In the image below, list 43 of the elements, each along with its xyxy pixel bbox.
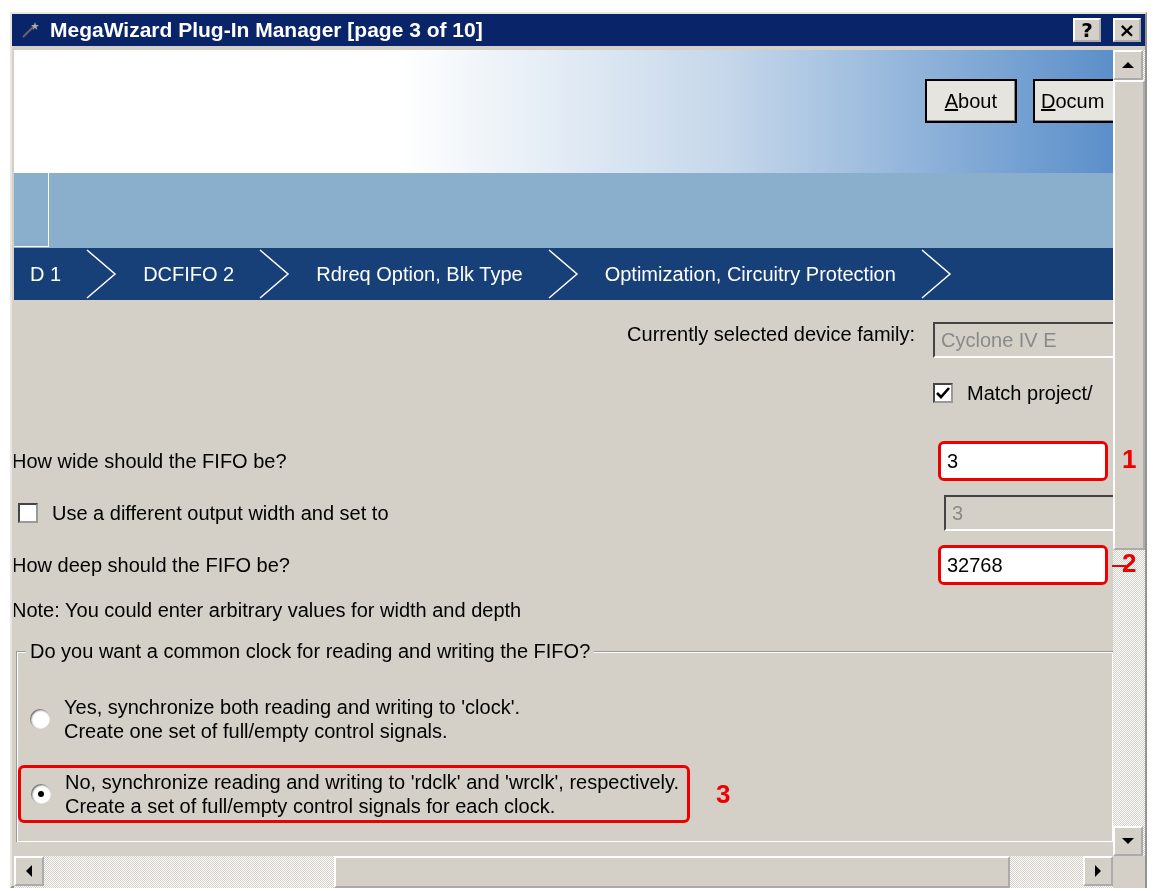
scroll-down-button[interactable] xyxy=(1113,826,1143,856)
scroll-thumb[interactable] xyxy=(1113,80,1145,550)
down-arrow-icon xyxy=(1122,837,1134,845)
checkbox-label: Use a different output width and set to xyxy=(52,501,389,525)
field-label: How deep should the FIFO be? xyxy=(14,553,291,577)
leader-line xyxy=(1112,565,1126,567)
radio-label: Yes, synchronize both reading and writing to 'clock'. Create one set of full/empty control signals. xyxy=(64,695,521,743)
up-arrow-icon xyxy=(1122,61,1134,69)
horizontal-scrollbar[interactable] xyxy=(14,856,1113,888)
radio-button[interactable] xyxy=(31,784,51,804)
input-field[interactable]: 32768 xyxy=(941,548,1105,582)
field-label: How wide should the FIFO be? xyxy=(14,449,288,473)
callout-number: 1 xyxy=(1122,444,1137,475)
help-button[interactable]: ? xyxy=(1073,18,1101,42)
window-title: MegaWizard Plug-In Manager [page 3 of 10] xyxy=(50,18,484,42)
chevron-icon xyxy=(919,248,954,300)
input-field[interactable]: 3 xyxy=(941,444,1105,478)
wizard-step[interactable]: DCFIFO 2 xyxy=(119,262,259,286)
note-text: Note: You could enter arbitrary values for width and depth xyxy=(14,599,523,622)
callout-number: 3 xyxy=(716,778,731,810)
radio-button[interactable] xyxy=(30,709,50,729)
scroll-left-button[interactable] xyxy=(14,856,44,886)
checkbox-label: Match project/ xyxy=(967,381,1093,405)
chevron-icon xyxy=(546,248,581,300)
right-arrow-icon xyxy=(1094,865,1102,877)
about-button[interactable]: About xyxy=(924,79,1017,123)
vertical-scrollbar[interactable] xyxy=(1113,50,1145,856)
scroll-thumb[interactable] xyxy=(334,856,1010,888)
callout-number: 2 xyxy=(1122,548,1137,579)
wizard-step[interactable]: Rdreq Option, Blk Type xyxy=(292,262,547,286)
wizard-step[interactable]: D 1 xyxy=(14,262,86,286)
radio-label: No, synchronize reading and writing to 'rdclk' and 'wrclk', respectively. Create a set of full/empty control signals for each clock. xyxy=(65,770,680,818)
scroll-up-button[interactable] xyxy=(1113,50,1143,80)
wand-icon xyxy=(20,20,40,40)
documentation-button[interactable]: Docum xyxy=(1033,79,1113,123)
wizard-step[interactable]: Optimization, Circuitry Protection xyxy=(580,262,920,286)
close-button[interactable]: × xyxy=(1113,18,1141,42)
scroll-right-button[interactable] xyxy=(1083,856,1113,886)
group-legend: Do you want a common clock for reading and writing the FIFO? xyxy=(26,640,595,663)
check-icon xyxy=(936,387,950,399)
field-label: Currently selected device family: xyxy=(627,323,916,346)
checkbox[interactable] xyxy=(933,383,953,403)
left-arrow-icon xyxy=(25,865,33,877)
